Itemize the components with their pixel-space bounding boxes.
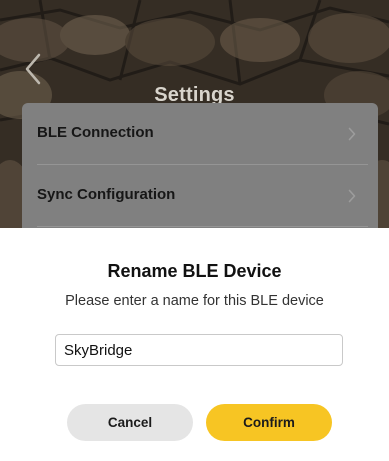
confirm-button[interactable]: Confirm [206,404,332,441]
settings-item-label: BLE Connection [37,124,154,141]
row-divider [37,226,368,227]
dialog-message: Please enter a name for this BLE device [65,293,324,309]
chevron-left-icon[interactable] [22,52,44,86]
settings-item-sync-configuration[interactable]: Sync Configuration [22,165,378,227]
cancel-button[interactable]: Cancel [67,404,193,441]
device-name-input[interactable] [55,334,343,366]
settings-item-ble-connection[interactable]: BLE Connection [22,103,378,165]
rename-dialog: Rename BLE Device Please enter a name fo… [0,228,389,461]
settings-item-label: Sync Configuration [37,186,176,203]
dialog-title: Rename BLE Device [107,261,282,281]
app-screen: Settings BLE Connection Sync Configurati… [0,0,389,461]
chevron-right-icon [348,127,356,141]
chevron-right-icon [348,189,356,203]
